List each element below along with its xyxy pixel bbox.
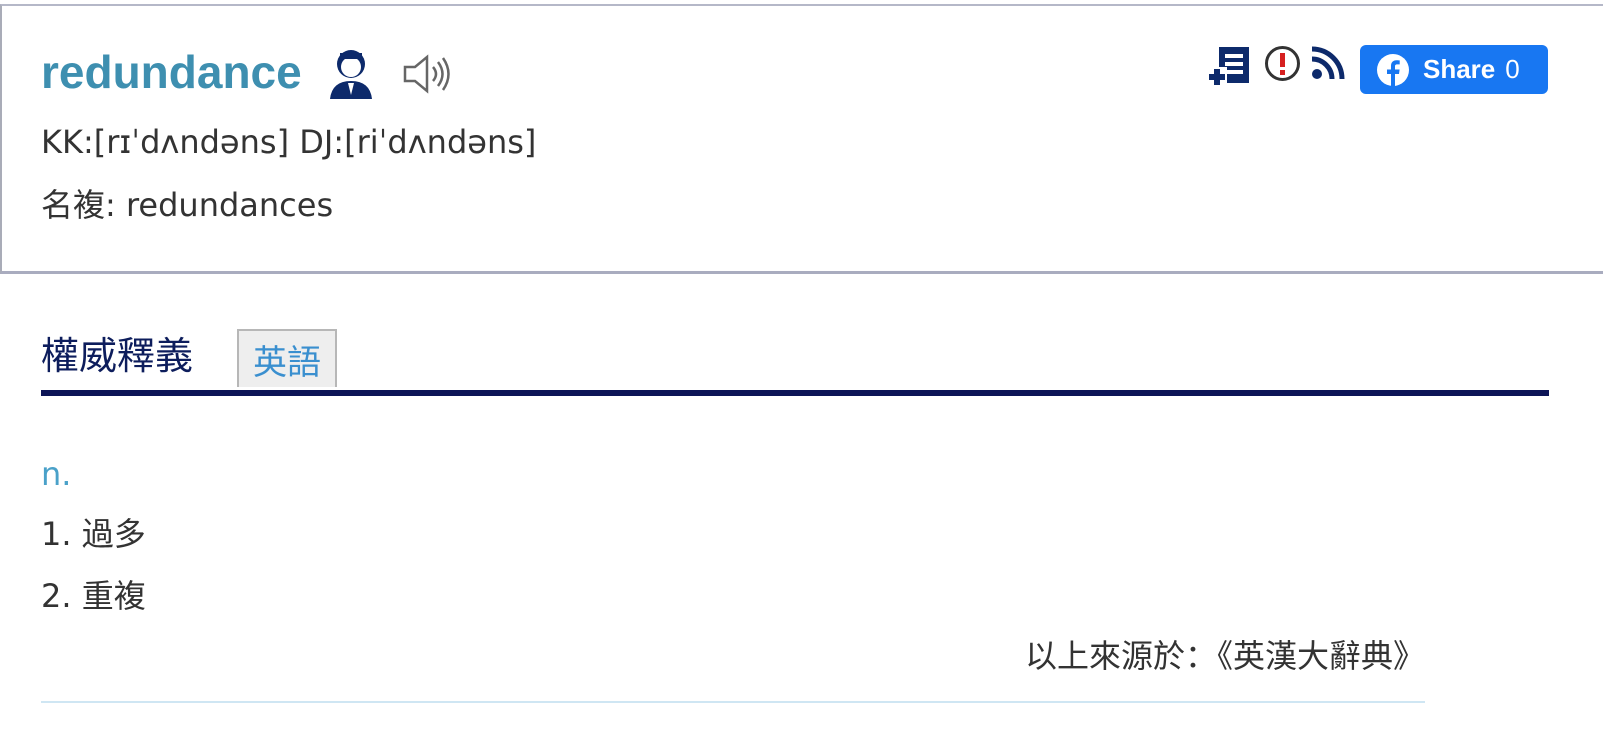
section-divider xyxy=(41,701,1425,703)
definition-sense: 1. 過多 xyxy=(41,515,146,553)
tab-authoritative-definition[interactable]: 權威釋義 xyxy=(41,328,193,384)
tabs-divider xyxy=(41,390,1549,396)
rss-feed-icon[interactable] xyxy=(1310,45,1346,81)
facebook-logo-icon xyxy=(1377,53,1409,86)
add-to-wordlist-icon[interactable] xyxy=(1207,45,1253,89)
definition-sense: 2. 重複 xyxy=(41,577,146,615)
plural-form-text: 名複: redundances xyxy=(41,186,334,224)
share-count: 0 xyxy=(1505,54,1520,84)
headword-title: redundance xyxy=(41,46,302,98)
report-error-icon[interactable] xyxy=(1264,45,1301,82)
part-of-speech: n. xyxy=(41,455,72,493)
speaker-audio-icon[interactable] xyxy=(401,53,455,95)
pronunciation-text: KK:[rɪˈdʌndəns] DJ:[riˈdʌndəns] xyxy=(41,123,537,161)
person-avatar-icon[interactable] xyxy=(326,47,376,99)
share-label: Share xyxy=(1423,54,1496,84)
source-attribution: 以上來源於：《英漢大辭典》 xyxy=(1024,637,1425,675)
tab-english[interactable]: 英語 xyxy=(237,329,337,387)
definition-tabs: 權威釋義 英語 xyxy=(41,328,1549,396)
facebook-share-button[interactable]: Share 0 xyxy=(1360,45,1548,94)
